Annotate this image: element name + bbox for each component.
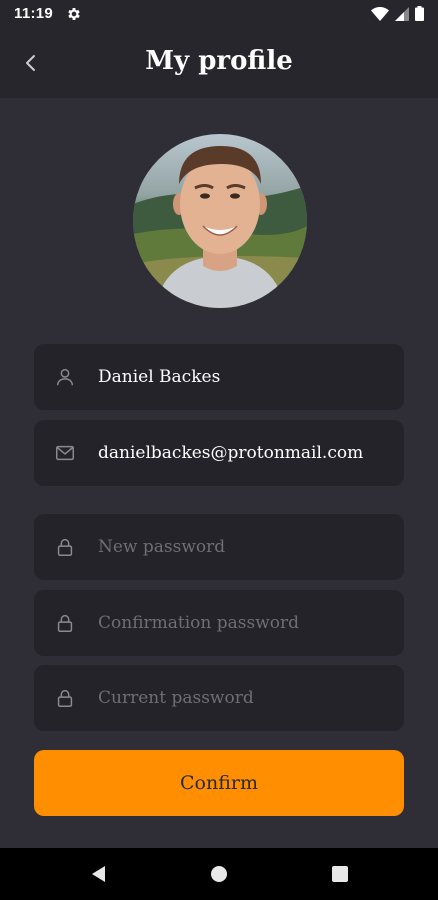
email-value: danielbackes@protonmail.com xyxy=(98,443,364,463)
confirm-button[interactable]: Confirm xyxy=(34,750,404,816)
name-field[interactable]: Daniel Backes xyxy=(34,344,404,410)
mail-icon xyxy=(56,445,74,461)
app-bar: My profile xyxy=(0,28,438,98)
nav-back-icon[interactable] xyxy=(88,863,110,885)
new-password-input[interactable] xyxy=(98,514,388,580)
lock-icon xyxy=(57,689,73,707)
confirmation-password-input[interactable] xyxy=(98,590,388,656)
current-password-field[interactable] xyxy=(34,665,404,731)
confirmation-password-field[interactable] xyxy=(34,590,404,656)
page-title: My profile xyxy=(145,46,293,76)
system-navigation-bar xyxy=(0,848,438,900)
status-bar: 11:19 xyxy=(0,0,438,28)
avatar[interactable] xyxy=(133,134,307,308)
profile-photo xyxy=(133,134,307,308)
user-icon xyxy=(56,368,74,386)
status-icons xyxy=(371,6,424,21)
current-password-input[interactable] xyxy=(98,665,388,731)
nav-recents-icon[interactable] xyxy=(329,863,351,885)
settings-gear-icon xyxy=(68,8,80,20)
lock-icon xyxy=(57,538,73,556)
name-value: Daniel Backes xyxy=(98,367,221,387)
wifi-icon xyxy=(371,6,389,21)
lock-icon xyxy=(57,614,73,632)
new-password-field[interactable] xyxy=(34,514,404,580)
email-field[interactable]: danielbackes@protonmail.com xyxy=(34,420,404,486)
nav-home-icon[interactable] xyxy=(208,863,230,885)
cell-signal-icon xyxy=(395,6,409,21)
battery-icon xyxy=(415,6,424,21)
status-time: 11:19 xyxy=(14,5,54,22)
